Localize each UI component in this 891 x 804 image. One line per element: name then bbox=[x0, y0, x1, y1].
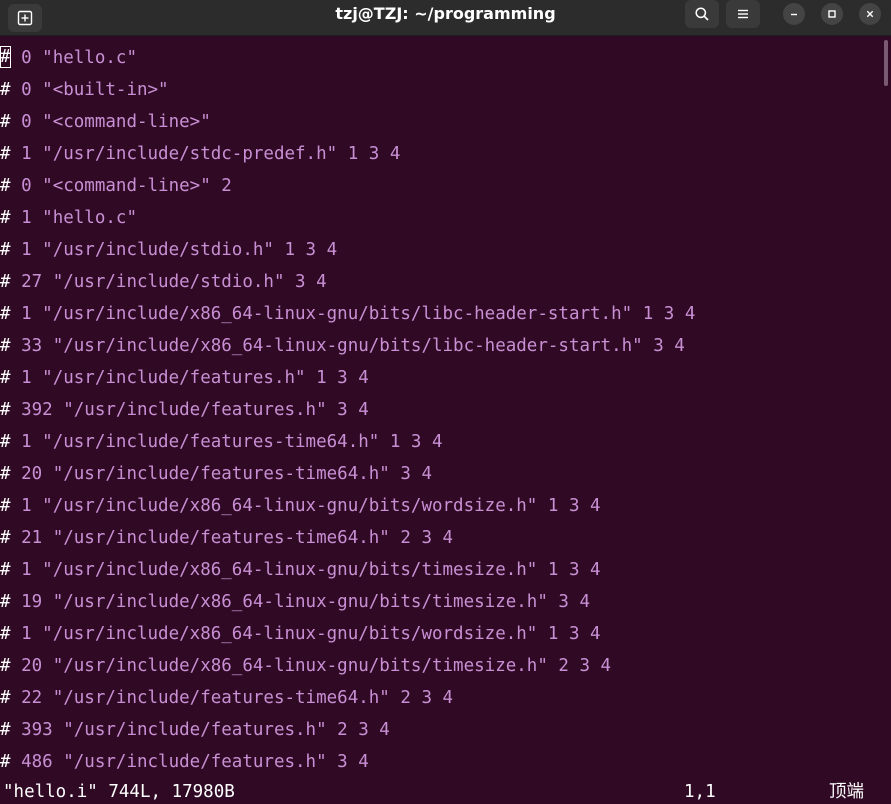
line-text: 1 "/usr/include/features.h" 1 3 4 bbox=[10, 368, 369, 388]
line-hash: # bbox=[0, 720, 11, 740]
line-hash: # bbox=[0, 624, 11, 644]
buffer-line: # 21 "/usr/include/features-time64.h" 2 … bbox=[0, 522, 880, 554]
cursor: # bbox=[0, 45, 11, 68]
line-hash: # bbox=[0, 496, 11, 516]
line-hash: # bbox=[0, 560, 11, 580]
buffer-line: # 392 "/usr/include/features.h" 3 4 bbox=[0, 394, 880, 426]
cursor-position: 1,1 bbox=[684, 782, 716, 802]
line-text: 0 "<command-line>" 2 bbox=[10, 176, 232, 196]
line-hash: # bbox=[0, 432, 11, 452]
buffer-line: # 20 "/usr/include/x86_64-linux-gnu/bits… bbox=[0, 650, 880, 682]
line-hash: # bbox=[0, 304, 11, 324]
line-text: 21 "/usr/include/features-time64.h" 2 3 … bbox=[10, 528, 454, 548]
line-hash: # bbox=[0, 400, 11, 420]
search-button[interactable] bbox=[685, 0, 719, 28]
buffer-line: # 486 "/usr/include/features.h" 3 4 bbox=[0, 746, 880, 778]
line-hash: # bbox=[0, 752, 11, 772]
line-hash: # bbox=[0, 176, 11, 196]
line-hash: # bbox=[0, 208, 11, 228]
buffer-line: # 1 "/usr/include/x86_64-linux-gnu/bits/… bbox=[0, 298, 880, 330]
line-text: 20 "/usr/include/features-time64.h" 3 4 bbox=[10, 464, 432, 484]
line-hash: # bbox=[0, 656, 11, 676]
hamburger-menu-icon bbox=[738, 9, 748, 19]
line-text: 33 "/usr/include/x86_64-linux-gnu/bits/l… bbox=[10, 336, 685, 356]
line-hash: # bbox=[0, 272, 11, 292]
buffer-line: # 1 "/usr/include/stdc-predef.h" 1 3 4 bbox=[0, 138, 880, 170]
buffer-line: # 1 "/usr/include/stdio.h" 1 3 4 bbox=[0, 234, 880, 266]
vim-status-line: "hello.i" 744L, 17980B 1,1 顶端 bbox=[0, 776, 891, 804]
line-text: 392 "/usr/include/features.h" 3 4 bbox=[10, 400, 369, 420]
line-text: 1 "/usr/include/x86_64-linux-gnu/bits/li… bbox=[10, 304, 696, 324]
line-text: 0 "<built-in>" bbox=[10, 80, 169, 100]
new-tab-button[interactable] bbox=[8, 4, 42, 32]
buffer-line: # 22 "/usr/include/features-time64.h" 2 … bbox=[0, 682, 880, 714]
line-text: 1 "/usr/include/stdc-predef.h" 1 3 4 bbox=[10, 144, 401, 164]
buffer-line: # 1 "/usr/include/x86_64-linux-gnu/bits/… bbox=[0, 490, 880, 522]
close-icon bbox=[866, 10, 874, 18]
line-text: 1 "/usr/include/stdio.h" 1 3 4 bbox=[10, 240, 338, 260]
line-hash: # bbox=[0, 528, 11, 548]
close-button[interactable] bbox=[859, 3, 881, 25]
scroll-position: 顶端 bbox=[829, 782, 864, 802]
buffer-line: # 1 "/usr/include/x86_64-linux-gnu/bits/… bbox=[0, 554, 880, 586]
buffer-line: # 393 "/usr/include/features.h" 2 3 4 bbox=[0, 714, 880, 746]
maximize-button[interactable] bbox=[821, 3, 843, 25]
scrollbar[interactable] bbox=[881, 36, 891, 804]
buffer-line: # 1 "/usr/include/features.h" 1 3 4 bbox=[0, 362, 880, 394]
line-hash: # bbox=[0, 240, 11, 260]
line-hash: # bbox=[0, 336, 11, 356]
buffer-line: # 33 "/usr/include/x86_64-linux-gnu/bits… bbox=[0, 330, 880, 362]
line-text: 486 "/usr/include/features.h" 3 4 bbox=[10, 752, 369, 772]
line-text: 393 "/usr/include/features.h" 2 3 4 bbox=[10, 720, 390, 740]
line-text: 1 "/usr/include/x86_64-linux-gnu/bits/wo… bbox=[10, 624, 601, 644]
line-text: 27 "/usr/include/stdio.h" 3 4 bbox=[10, 272, 327, 292]
line-text: 19 "/usr/include/x86_64-linux-gnu/bits/t… bbox=[10, 592, 591, 612]
menu-button[interactable] bbox=[726, 0, 760, 28]
new-tab-icon bbox=[17, 10, 33, 26]
terminal-area[interactable]: # 0 "hello.c" # 0 "<built-in>" # 0 "<com… bbox=[0, 36, 891, 804]
line-hash: # bbox=[0, 368, 11, 388]
minimize-icon bbox=[791, 13, 797, 16]
vim-buffer: # 0 "hello.c" # 0 "<built-in>" # 0 "<com… bbox=[0, 42, 880, 778]
line-text: 20 "/usr/include/x86_64-linux-gnu/bits/t… bbox=[10, 656, 612, 676]
buffer-line: # 19 "/usr/include/x86_64-linux-gnu/bits… bbox=[0, 586, 880, 618]
line-hash: # bbox=[0, 464, 11, 484]
line-hash: # bbox=[0, 80, 11, 100]
buffer-line: # 0 "<command-line>" 2 bbox=[0, 170, 880, 202]
file-info: "hello.i" 744L, 17980B bbox=[3, 782, 235, 802]
line-text: 1 "/usr/include/x86_64-linux-gnu/bits/ti… bbox=[10, 560, 601, 580]
line-hash: # bbox=[0, 592, 11, 612]
line-hash: # bbox=[0, 144, 11, 164]
scrollbar-thumb[interactable] bbox=[884, 40, 888, 86]
line-text: 1 "hello.c" bbox=[10, 208, 137, 228]
title-bar: tzj@TZJ: ~/programming bbox=[0, 0, 891, 36]
buffer-line: # 27 "/usr/include/stdio.h" 3 4 bbox=[0, 266, 880, 298]
minimize-button[interactable] bbox=[783, 3, 805, 25]
line-text: 1 "/usr/include/x86_64-linux-gnu/bits/wo… bbox=[10, 496, 601, 516]
line-text: 22 "/usr/include/features-time64.h" 2 3 … bbox=[10, 688, 454, 708]
buffer-line: # 1 "/usr/include/x86_64-linux-gnu/bits/… bbox=[0, 618, 880, 650]
line-hash: # bbox=[0, 688, 11, 708]
search-icon bbox=[695, 7, 709, 21]
line-text: 0 "<command-line>" bbox=[10, 112, 211, 132]
buffer-line: # 1 "hello.c" bbox=[0, 202, 880, 234]
line-text: 0 "hello.c" bbox=[10, 48, 137, 68]
maximize-icon bbox=[828, 10, 836, 18]
buffer-line: # 0 "<built-in>" bbox=[0, 74, 880, 106]
line-hash: # bbox=[0, 112, 11, 132]
buffer-line: # 0 "hello.c" bbox=[0, 42, 880, 74]
terminal-window: tzj@TZJ: ~/programming # 0 "hello.c" # 0… bbox=[0, 0, 891, 804]
buffer-line: # 1 "/usr/include/features-time64.h" 1 3… bbox=[0, 426, 880, 458]
line-text: 1 "/usr/include/features-time64.h" 1 3 4 bbox=[10, 432, 443, 452]
buffer-line: # 20 "/usr/include/features-time64.h" 3 … bbox=[0, 458, 880, 490]
buffer-line: # 0 "<command-line>" bbox=[0, 106, 880, 138]
